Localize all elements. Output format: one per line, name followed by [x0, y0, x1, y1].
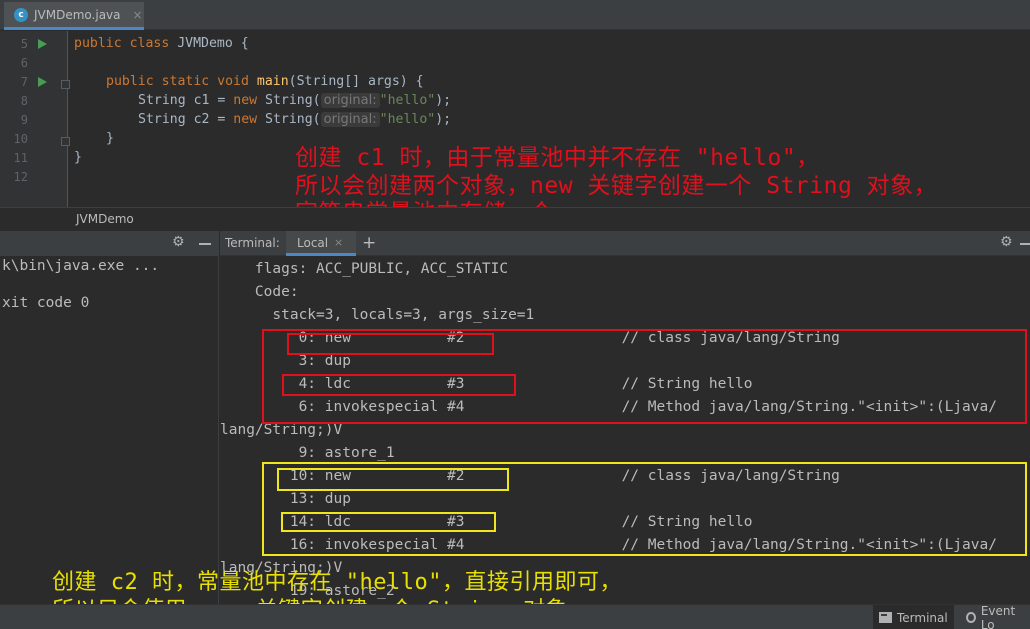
c1-ldc-highlight — [282, 374, 516, 396]
bottom-panel: ⚙ k\bin\java.exe ... xit code 0 Terminal… — [0, 231, 1030, 623]
tab-filename: JVMDemo.java — [34, 7, 121, 22]
line-number: 11 — [13, 151, 28, 165]
fold-marker-icon[interactable] — [61, 137, 70, 146]
fold-marker-icon[interactable] — [61, 80, 70, 89]
line-number: 6 — [20, 56, 28, 70]
line-number: 5 — [20, 37, 28, 51]
tab-close-icon[interactable]: × — [133, 8, 143, 22]
java-class-icon: c — [14, 7, 28, 22]
event-log-label: Event Lo — [980, 603, 1016, 629]
terminal-line: 9: astore_1 — [220, 445, 395, 461]
code-line-10: } — [106, 131, 114, 146]
c1-new-highlight — [287, 333, 494, 355]
close-icon[interactable]: × — [334, 236, 343, 249]
minimize-icon[interactable] — [1020, 243, 1030, 245]
terminal-tool-label: Terminal — [897, 610, 948, 625]
code-editor[interactable]: 5 6 7 8 9 10 11 12 public class JVMDemo … — [0, 31, 1030, 226]
c2-ldc-highlight — [281, 512, 496, 532]
terminal-icon — [879, 612, 892, 623]
terminal-line: flags: ACC_PUBLIC, ACC_STATIC — [220, 261, 509, 277]
minimize-icon[interactable] — [199, 243, 211, 245]
code-line-9: String c2 = new String(original: "hello")… — [138, 112, 452, 127]
c2-new-highlight — [277, 468, 509, 491]
gear-icon[interactable]: ⚙ — [1000, 234, 1013, 250]
add-session-icon[interactable]: + — [362, 233, 376, 253]
line-number: 12 — [13, 170, 28, 184]
breadcrumb[interactable]: JVMDemo — [76, 212, 134, 226]
breadcrumb-bar: JVMDemo — [0, 207, 1030, 231]
line-number: 9 — [20, 113, 28, 127]
tab-local[interactable]: Local × — [286, 231, 356, 256]
line-number: 10 — [13, 132, 28, 146]
event-log-button[interactable]: Event Lo — [960, 603, 1030, 629]
terminal-tool-button[interactable]: Terminal — [873, 605, 954, 629]
line-gutter: 5 6 7 8 9 10 11 12 — [0, 31, 70, 207]
event-log-icon — [966, 612, 976, 623]
status-bar: Terminal Event Lo — [0, 604, 1030, 629]
run-output-line: k\bin\java.exe ... — [2, 258, 160, 274]
terminal-label: Terminal: — [225, 236, 280, 250]
run-panel: ⚙ k\bin\java.exe ... xit code 0 — [0, 231, 219, 604]
parameter-hint: original: — [320, 112, 380, 127]
code-line-8: String c1 = new String(original: "hello")… — [138, 93, 452, 108]
line-number: 8 — [20, 94, 28, 108]
code-line-11: } — [74, 150, 82, 165]
terminal-line: stack=3, locals=3, args_size=1 — [220, 307, 535, 323]
parameter-hint: original: — [320, 93, 380, 108]
tab-local-label: Local — [297, 236, 329, 250]
editor-tab-bar: c JVMDemo.java × — [0, 0, 1030, 30]
terminal-header: Terminal: Local × + ⚙ — [220, 231, 1030, 256]
run-class-icon[interactable] — [38, 39, 47, 49]
line-number: 7 — [20, 75, 28, 89]
code-line-5: public class JVMDemo { — [74, 36, 249, 51]
code-line-7: public static void main(String[] args) { — [106, 74, 424, 89]
terminal-line: Code: — [220, 284, 299, 300]
terminal-output[interactable]: flags: ACC_PUBLIC, ACC_STATIC Code: stac… — [220, 257, 1030, 604]
run-main-icon[interactable] — [38, 77, 47, 87]
tab-jvmdemo-java[interactable]: c JVMDemo.java × — [4, 2, 144, 30]
gear-icon[interactable]: ⚙ — [172, 234, 185, 250]
run-panel-header: ⚙ — [0, 231, 219, 256]
run-output-line: xit code 0 — [2, 295, 90, 311]
terminal-line: lang/String;)V — [220, 422, 343, 438]
